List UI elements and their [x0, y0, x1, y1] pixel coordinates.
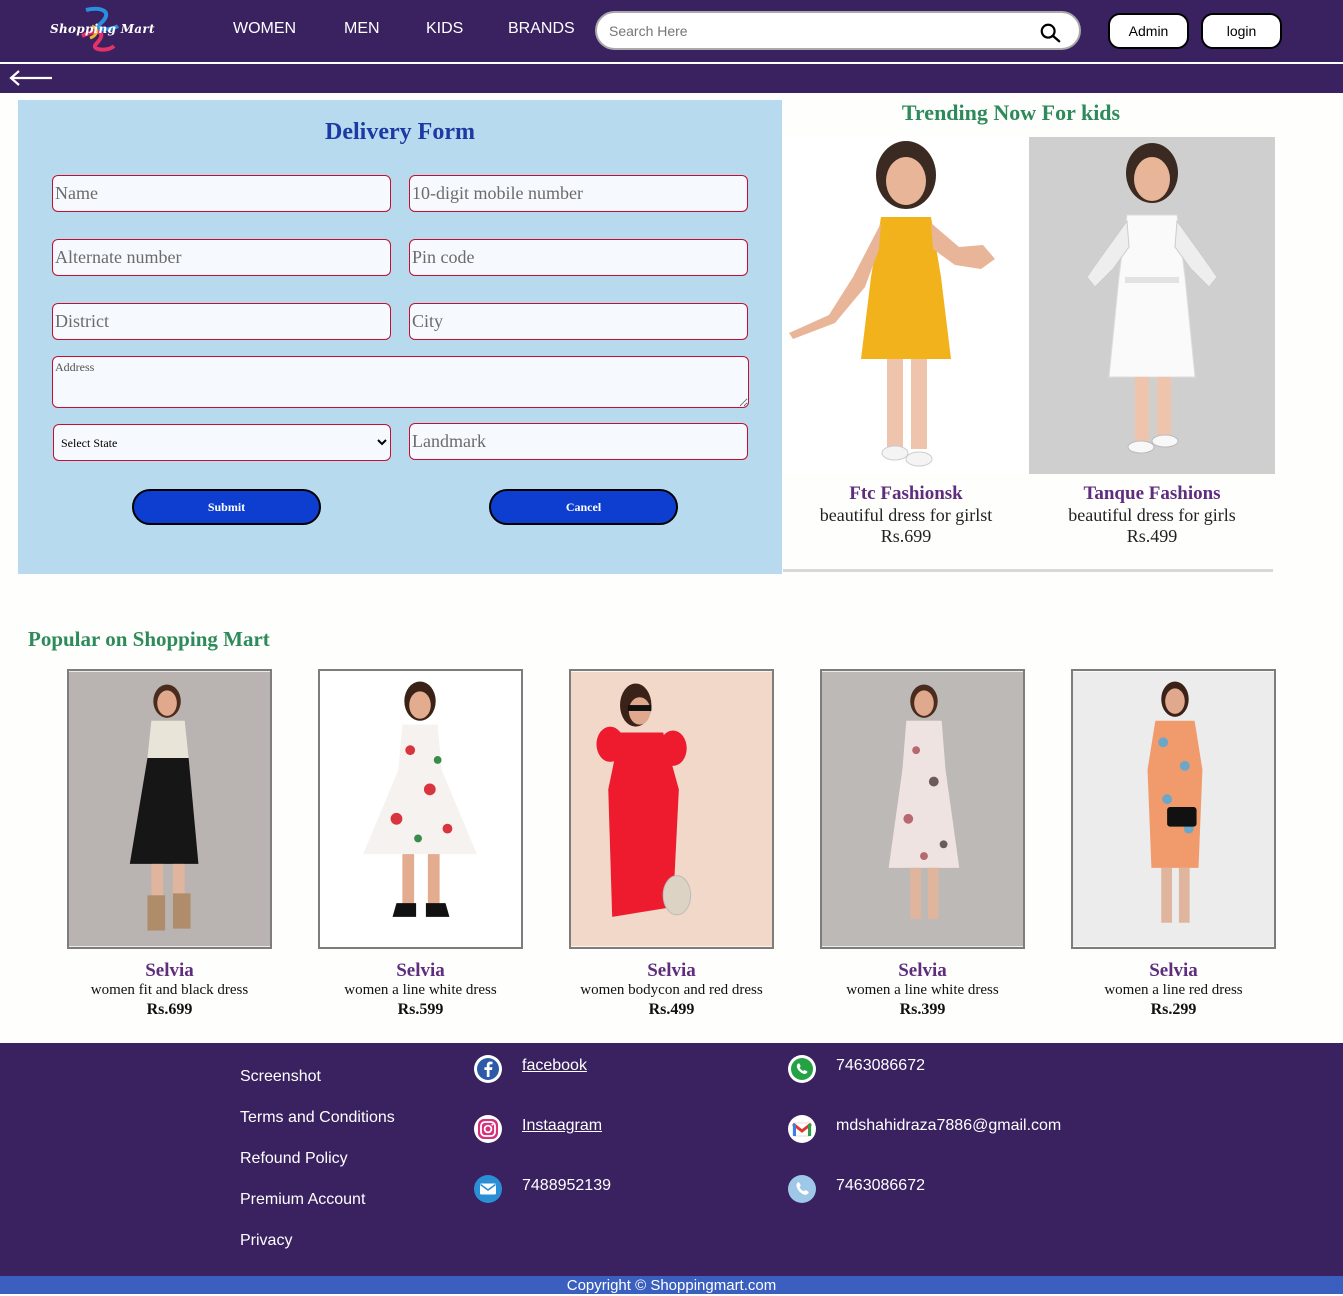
copyright-bar: Copyright © Shoppingmart.com	[0, 1276, 1343, 1294]
cancel-button[interactable]: Cancel	[489, 489, 678, 525]
white-floral-dress-image[interactable]	[318, 669, 523, 949]
footer-link-screenshot[interactable]: Screenshot	[240, 1068, 321, 1086]
product-desc: women fit and black dress	[90, 982, 249, 998]
delivery-form: Delivery Form Select State Submit Cancel	[18, 100, 782, 574]
site-footer: Screenshot Terms and Conditions Refound …	[0, 1043, 1343, 1276]
landmark-field[interactable]	[409, 423, 748, 460]
alternate-number-field[interactable]	[52, 239, 391, 276]
submit-button[interactable]: Submit	[132, 489, 321, 525]
trending-price: Rs.499	[1126, 526, 1178, 546]
trending-divider	[783, 569, 1273, 572]
nav-women[interactable]: WOMEN	[233, 20, 296, 38]
facebook-link[interactable]: facebook	[522, 1057, 587, 1075]
black-dress-image[interactable]	[67, 669, 272, 949]
product-brand[interactable]: Selvia	[67, 960, 272, 981]
product-brand[interactable]: Selvia	[1071, 960, 1276, 981]
instagram-icon	[474, 1115, 502, 1143]
product-price: Rs.699	[146, 1001, 193, 1018]
product-desc: women a line red dress	[1104, 982, 1243, 998]
kid-white-dress-image[interactable]	[1029, 137, 1275, 474]
search-icon[interactable]	[1039, 22, 1061, 44]
printed-dress-image[interactable]	[1071, 669, 1276, 949]
product-card: Selvia women bodycon and red dress Rs.49…	[569, 669, 774, 1020]
product-price: Rs.399	[899, 1001, 946, 1018]
product-brand[interactable]: Selvia	[318, 960, 523, 981]
nav-kids[interactable]: KIDS	[426, 20, 463, 38]
phone-number: 7463086672	[836, 1177, 925, 1194]
back-arrow-icon[interactable]	[8, 68, 54, 88]
product-card: Selvia women a line white dress Rs.399	[820, 669, 1025, 1020]
district-field[interactable]	[52, 303, 391, 340]
product-card: Selvia women fit and black dress Rs.699	[67, 669, 272, 1020]
floral-midi-dress-image[interactable]	[820, 669, 1025, 949]
trending-desc: beautiful dress for girlst	[819, 505, 993, 525]
product-price: Rs.599	[397, 1001, 444, 1018]
state-select[interactable]: Select State	[53, 424, 391, 461]
red-dress-image[interactable]	[569, 669, 774, 949]
phone-icon	[788, 1175, 816, 1203]
footer-link-privacy[interactable]: Privacy	[240, 1232, 292, 1250]
nav-brands[interactable]: BRANDS	[508, 20, 575, 38]
popular-title: Popular on Shopping Mart	[28, 627, 270, 651]
footer-link-refund[interactable]: Refound Policy	[240, 1150, 348, 1168]
search-bar	[595, 11, 1081, 50]
sub-navbar	[0, 64, 1343, 93]
trending-card: Tanque Fashions beautiful dress for girl…	[1029, 137, 1275, 547]
name-field[interactable]	[52, 175, 391, 212]
product-brand[interactable]: Selvia	[820, 960, 1025, 981]
product-desc: women a line white dress	[344, 982, 497, 998]
kid-yellow-dress-image[interactable]	[783, 137, 1029, 474]
top-navbar: Shopping Mart WOMEN MEN KIDS BRANDS Admi…	[0, 0, 1343, 62]
gmail-address: mdshahidraza7886@gmail.com	[836, 1117, 1062, 1134]
whatsapp-icon	[788, 1055, 816, 1083]
footer-link-terms[interactable]: Terms and Conditions	[240, 1109, 395, 1127]
shopping-mart-logo[interactable]: Shopping Mart	[44, 6, 174, 56]
login-button[interactable]: login	[1201, 13, 1282, 49]
mail-icon	[474, 1175, 502, 1203]
footer-link-premium[interactable]: Premium Account	[240, 1191, 365, 1209]
search-input[interactable]	[609, 21, 1009, 41]
product-card: Selvia women a line red dress Rs.299	[1071, 669, 1276, 1020]
product-card: Selvia women a line white dress Rs.599	[318, 669, 523, 1020]
trending-brand[interactable]: Ftc Fashionsk	[783, 483, 1029, 505]
pincode-field[interactable]	[409, 239, 748, 276]
gmail-icon	[788, 1115, 816, 1143]
trending-price: Rs.699	[880, 526, 932, 546]
trending-desc: beautiful dress for girls	[1068, 505, 1236, 525]
trending-card: Ftc Fashionsk beautiful dress for girlst…	[783, 137, 1029, 547]
facebook-icon	[474, 1055, 502, 1083]
whatsapp-number: 7463086672	[836, 1057, 925, 1074]
nav-men[interactable]: MEN	[344, 20, 380, 38]
admin-button[interactable]: Admin	[1108, 13, 1189, 49]
city-field[interactable]	[409, 303, 748, 340]
trending-title: Trending Now For kids	[901, 100, 1121, 125]
form-title: Delivery Form	[325, 119, 475, 145]
mail-phone-number: 7488952139	[522, 1177, 611, 1194]
logo-text: Shopping Mart	[50, 22, 155, 36]
product-price: Rs.499	[648, 1001, 695, 1018]
instagram-link[interactable]: Instaagram	[522, 1117, 602, 1135]
trending-brand[interactable]: Tanque Fashions	[1029, 483, 1275, 505]
mobile-field[interactable]	[409, 175, 748, 212]
product-brand[interactable]: Selvia	[569, 960, 774, 981]
product-desc: women a line white dress	[846, 982, 999, 998]
product-price: Rs.299	[1150, 1001, 1197, 1018]
address-field[interactable]	[52, 356, 749, 408]
product-desc: women bodycon and red dress	[580, 982, 763, 998]
